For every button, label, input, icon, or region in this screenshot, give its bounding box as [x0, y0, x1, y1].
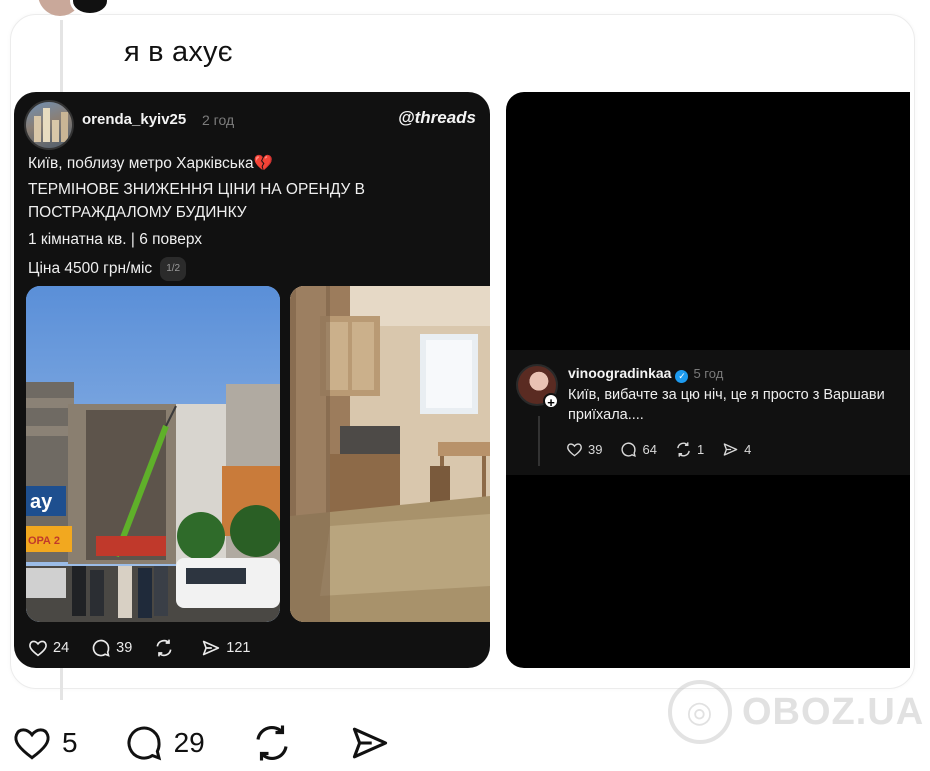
post-text: Київ, вибачте за цю ніч, це я просто з В…: [568, 387, 885, 423]
repost-icon: [677, 442, 690, 457]
image-pager: 1/2: [160, 257, 187, 281]
send-icon: [352, 727, 387, 759]
username: orenda_kyiv25: [82, 111, 187, 128]
heart-icon: [567, 443, 582, 457]
follow-plus-icon[interactable]: +: [543, 393, 559, 410]
repost-icon: [256, 725, 288, 761]
post-actions: 39 64 1 4: [566, 441, 769, 458]
username: vinoogradinkaa ✓ 5 год: [568, 365, 724, 383]
watermark: ◎ OBOZ.UA: [668, 680, 924, 744]
main-post-actions: 5 29: [12, 722, 447, 764]
post-time: 5 год: [693, 366, 724, 381]
post-actions: 24 39 121: [28, 638, 272, 658]
send-icon: [723, 443, 738, 456]
comment-button[interactable]: 64: [620, 441, 657, 458]
repost-button[interactable]: [251, 722, 303, 764]
like-button[interactable]: 5: [12, 725, 78, 761]
listing-line-price: Ціна 4500 грн/міс 1/2: [28, 257, 187, 281]
share-button[interactable]: 121: [201, 639, 250, 657]
heart-icon: [29, 640, 47, 657]
post-text: я в ахує: [124, 36, 233, 68]
photo-damaged-building[interactable]: ay ОРА 2: [26, 286, 280, 622]
threads-logo: @threads: [398, 108, 476, 127]
repost-button[interactable]: 1: [675, 441, 704, 458]
like-button[interactable]: 39: [566, 442, 602, 457]
like-button[interactable]: 24: [28, 639, 69, 657]
listing-line-rooms: 1 кімнатна кв. | 6 поверх: [28, 231, 203, 248]
comment-icon: [92, 639, 110, 657]
quoted-post: + vinoogradinkaa ✓ 5 год Київ, вибачте за …: [506, 350, 910, 475]
listing-line-headline-1: ТЕРМІНОВЕ ЗНИЖЕННЯ ЦІНИ НА ОРЕНДУ В: [28, 181, 365, 198]
shop-sign-text: ay: [30, 491, 53, 513]
share-button[interactable]: [349, 724, 401, 762]
page: я в ахує orenda_kyiv25 2 год @threads Ки…: [0, 0, 930, 771]
shop-sign-text-2: ОРА 2: [28, 535, 60, 547]
listing-line-location: Київ, поблизу метро Харківська💔: [28, 155, 273, 172]
listing-line-headline-2: ПОСТРАЖДАЛОМУ БУДИНКУ: [28, 204, 247, 221]
comment-button[interactable]: 39: [91, 638, 132, 658]
photo-flooded-kitchen[interactable]: [290, 286, 490, 622]
comment-icon: [621, 442, 637, 458]
watermark-logo-icon: ◎: [668, 680, 732, 744]
repost-icon: [156, 639, 172, 657]
heart-icon: [14, 728, 50, 760]
post-time: 2 год: [202, 112, 235, 128]
avatar: [24, 100, 74, 150]
comment-icon: [127, 726, 161, 761]
broken-heart-icon: 💔: [253, 155, 273, 172]
thread-line: [538, 416, 540, 466]
send-icon: [203, 640, 220, 656]
comment-button[interactable]: 29: [124, 723, 205, 763]
embedded-screenshot-left[interactable]: orenda_kyiv25 2 год @threads Київ, побли…: [14, 92, 490, 668]
verified-badge-icon: ✓: [675, 370, 689, 383]
repost-button[interactable]: [154, 638, 179, 658]
embedded-screenshot-right[interactable]: + vinoogradinkaa ✓ 5 год Київ, вибачте за …: [506, 92, 910, 668]
share-button[interactable]: 4: [722, 442, 751, 457]
